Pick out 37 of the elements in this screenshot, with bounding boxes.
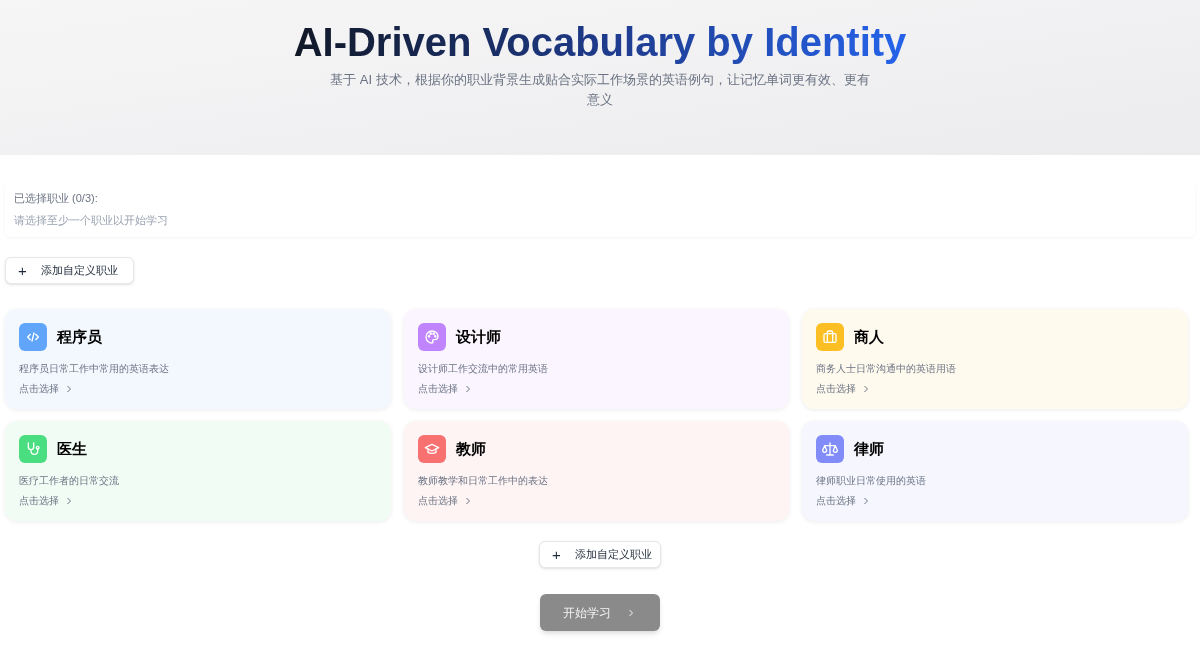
profession-description: 医疗工作者的日常交流: [19, 474, 120, 488]
profession-description: 商务人士日常沟通中的英语用语: [816, 362, 958, 376]
page-subtitle: 基于 AI 技术，根据你的职业背景生成贴合实际工作场景的英语例句，让记忆单词更有效、更有意义: [330, 71, 870, 109]
plus-icon: +: [18, 263, 27, 278]
profession-card[interactable]: 律师 律师职业日常使用的英语 点击选择: [802, 421, 1188, 521]
select-link[interactable]: 点击选择: [417, 382, 458, 396]
selection-hint: 请选择至少一个职业以开始学习: [14, 213, 169, 228]
select-link[interactable]: 点击选择: [417, 494, 458, 508]
profession-title: 程序员: [57, 326, 102, 347]
select-link[interactable]: 点击选择: [19, 382, 59, 396]
profession-description: 教师教学和日常工作中的表达: [417, 474, 549, 488]
add-custom-profession-button[interactable]: + 添加自定义职业: [5, 257, 134, 284]
profession-description: 律师职业日常使用的英语: [816, 474, 928, 488]
plus-icon: +: [552, 547, 561, 562]
briefcase-icon: [816, 323, 845, 351]
profession-description: 设计师工作交流中的常用英语: [417, 362, 549, 376]
profession-card[interactable]: 设计师 设计师工作交流中的常用英语 点击选择: [403, 309, 790, 409]
graduation-cap-icon: [417, 435, 446, 463]
selection-label: 已选择职业 (0/3):: [14, 191, 99, 206]
palette-icon: [417, 323, 446, 351]
profession-card[interactable]: 商人 商务人士日常沟通中的英语用语 点击选择: [802, 309, 1188, 409]
profession-title: 教师: [455, 438, 486, 459]
code-icon: [19, 323, 47, 351]
profession-description: 程序员日常工作中常用的英语表达: [19, 362, 170, 376]
profession-title: 设计师: [455, 326, 501, 347]
select-link[interactable]: 点击选择: [816, 382, 857, 396]
add-custom-profession-button[interactable]: + 添加自定义职业: [539, 541, 661, 568]
stethoscope-icon: [19, 435, 47, 463]
profession-card[interactable]: 医生 医疗工作者的日常交流 点击选择: [5, 421, 391, 521]
profession-card[interactable]: 教师 教师教学和日常工作中的表达 点击选择: [403, 421, 790, 521]
select-link[interactable]: 点击选择: [816, 494, 857, 508]
profession-title: 医生: [57, 438, 87, 459]
select-link[interactable]: 点击选择: [19, 494, 59, 508]
profession-title: 律师: [854, 438, 885, 459]
profession-card[interactable]: 程序员 程序员日常工作中常用的英语表达 点击选择: [5, 309, 391, 409]
profession-title: 商人: [854, 326, 885, 347]
scale-icon: [816, 435, 845, 463]
